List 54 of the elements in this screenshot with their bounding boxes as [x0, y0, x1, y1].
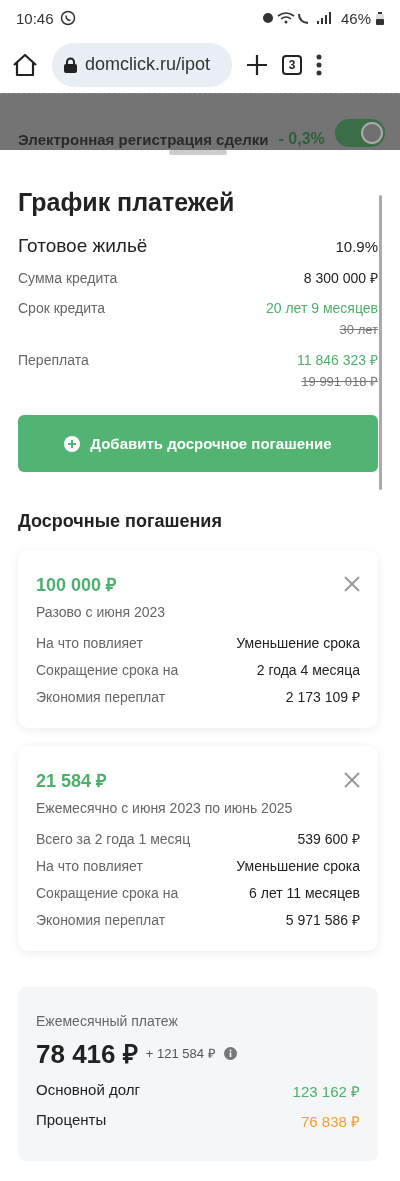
section-title: Досрочные погашения — [18, 510, 223, 532]
detail-value: 539 600 ₽ — [297, 830, 360, 848]
tab-count-button[interactable]: 3 — [282, 54, 302, 75]
row-label: Сумма кредита — [18, 269, 118, 287]
home-icon[interactable] — [12, 52, 38, 77]
lock-icon — [64, 56, 77, 73]
detail-label: Сокращение срока на — [36, 661, 179, 679]
detail-value: Уменьшение срока — [236, 634, 360, 652]
prepayment-schedule: Ежемесячно с июня 2023 по июнь 2025 — [36, 800, 294, 816]
detail-label: Экономия переплат — [36, 688, 166, 706]
new-tab-icon[interactable] — [246, 53, 268, 76]
detail-label: Сокращение срока на — [36, 884, 179, 902]
prepayment-amount: 21 584 ₽ — [36, 770, 107, 792]
prepayment-schedule: Разово с июня 2023 — [36, 604, 167, 620]
new-value: 11 846 323 ₽ — [297, 351, 378, 369]
detail-label: На что повлияет — [36, 857, 143, 875]
detail-label: На что повлияет — [36, 634, 143, 652]
new-value: 20 лет 9 месяцев — [266, 299, 378, 317]
more-icon[interactable] — [316, 53, 322, 76]
close-icon[interactable] — [344, 772, 360, 788]
battery-level: 46% — [340, 9, 371, 27]
address-field[interactable]: domclick.ru/ipot — [52, 42, 232, 87]
detail-label: Всего за 2 года 1 месяц — [36, 830, 191, 848]
battery-icon — [376, 11, 384, 25]
row-value: 8 300 000 ₽ — [303, 269, 378, 287]
plus-circle-icon — [64, 435, 81, 452]
option-label: Электронная регистрация сделки — [18, 131, 269, 150]
prepayment-amount: 100 000 ₽ — [36, 574, 117, 596]
row-label: Срок кредита — [18, 299, 106, 318]
sheet-title: График платежей — [18, 187, 236, 217]
extra-payment: + 121 584 ₽ — [145, 1045, 216, 1062]
old-value: 30 лет — [339, 321, 378, 339]
detail-value: 5 971 586 ₽ — [285, 911, 360, 929]
detail-label: Экономия переплат — [36, 911, 166, 929]
part-value: 123 162 ₽ — [292, 1082, 360, 1101]
part-label: Проценты — [36, 1111, 107, 1130]
toggle-switch[interactable] — [334, 119, 385, 147]
monthly-payment: 78 416 ₽ — [36, 1038, 138, 1071]
detail-value: Уменьшение срока — [236, 857, 360, 875]
old-value: 19 991 018 ₽ — [301, 373, 378, 391]
row-label: Переплата — [18, 351, 89, 370]
info-icon[interactable] — [223, 1046, 237, 1060]
detail-value: 2 173 109 ₽ — [285, 688, 360, 706]
part-label: Основной долг — [36, 1081, 140, 1100]
drag-handle[interactable] — [169, 150, 227, 155]
detail-value: 6 лет 11 месяцев — [249, 884, 360, 902]
program-name: Готовое жильё — [18, 235, 148, 257]
clock: 10:46 — [16, 9, 54, 27]
close-icon[interactable] — [344, 576, 360, 592]
part-value: 76 838 ₽ — [300, 1112, 360, 1131]
summary-label: Ежемесячный платеж — [36, 1013, 179, 1029]
interest-rate: 10.9% — [335, 238, 378, 255]
discount-label: - 0,3% — [278, 130, 325, 149]
detail-value: 2 года 4 месяца — [256, 661, 360, 679]
